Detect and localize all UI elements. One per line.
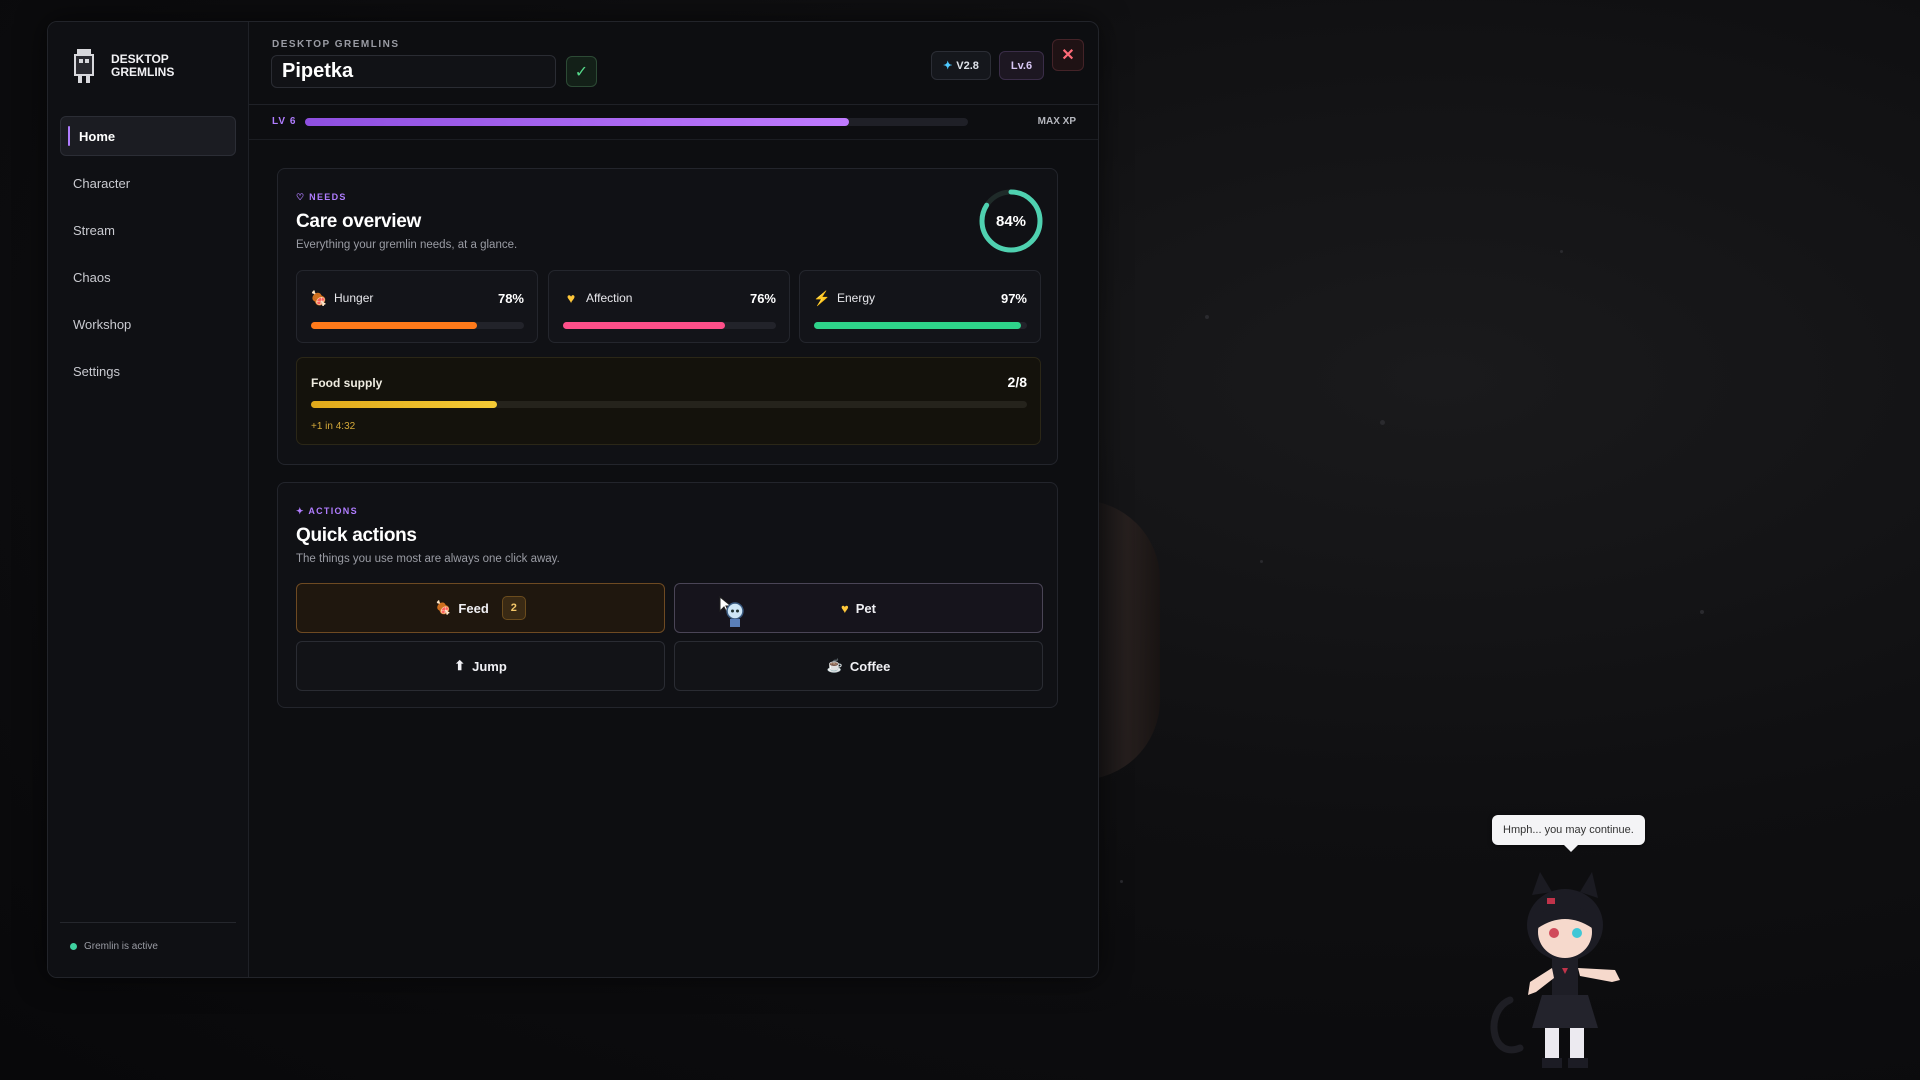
sidebar-item-label: Home — [79, 128, 116, 144]
status-footer: Gremlin is active — [60, 922, 236, 952]
confirm-name-button[interactable]: ✓ — [566, 56, 597, 87]
close-icon: ✕ — [1061, 47, 1075, 64]
sidebar-item-chaos[interactable]: Chaos — [60, 257, 236, 297]
food-supply-value: 2/8 — [1007, 374, 1027, 390]
brand: DESKTOP GREMLINS — [73, 47, 191, 85]
meat-icon: 🍖 — [435, 600, 452, 615]
xp-track — [305, 118, 968, 126]
actions-kicker-label: ACTIONS — [308, 506, 358, 516]
sidebar-item-label: Chaos — [73, 269, 111, 285]
header-kicker: DESKTOP GREMLINS — [272, 39, 400, 50]
sidebar-item-label: Workshop — [73, 316, 132, 332]
needs-kicker-label: NEEDS — [309, 192, 347, 202]
needs-kicker: ♡ NEEDS — [296, 192, 347, 203]
affection-fill — [563, 322, 725, 329]
care-overview-title: Care overview — [296, 211, 421, 232]
check-icon: ✓ — [574, 63, 589, 81]
sidebar-item-workshop[interactable]: Workshop — [60, 304, 236, 344]
sidebar: DESKTOP GREMLINS Home Character Stream C… — [48, 22, 249, 977]
affection-stat: ♥ Affection 76% — [548, 270, 790, 343]
heart-small-icon: ♡ — [296, 192, 310, 202]
sparkle-small-icon: ✦ — [296, 506, 309, 516]
coffee-label: Coffee — [849, 658, 891, 674]
gremlin-character-icon[interactable] — [1480, 870, 1650, 1080]
sidebar-item-settings[interactable]: Settings — [60, 351, 236, 391]
coffee-button[interactable]: ☕ Coffee — [674, 641, 1043, 691]
hunger-value: 78% — [497, 290, 524, 306]
heart-icon: ♥ — [841, 600, 849, 616]
app-window: DESKTOP GREMLINS Home Character Stream C… — [47, 21, 1099, 978]
hunger-label: Hunger — [334, 291, 374, 305]
feed-count-badge: 2 — [501, 596, 526, 620]
food-supply: Food supply 2/8 +1 in 4:32 — [296, 357, 1041, 445]
energy-fill — [814, 322, 1021, 329]
food-supply-track — [311, 401, 1027, 408]
actions-card: ✦ ACTIONS Quick actions The things you u… — [277, 482, 1058, 708]
feed-label: Feed — [458, 600, 489, 616]
actions-kicker: ✦ ACTIONS — [296, 506, 358, 517]
energy-stat: ⚡ Energy 97% — [799, 270, 1041, 343]
jump-label: Jump — [472, 658, 507, 674]
hunger-stat: 🍖 Hunger 78% — [296, 270, 538, 343]
sidebar-item-label: Settings — [73, 363, 120, 379]
pet-cursor-sprite-icon — [719, 595, 744, 627]
meat-icon: 🍖 — [310, 289, 328, 306]
brand-name: DESKTOP GREMLINS — [111, 52, 175, 79]
feed-button[interactable]: 🍖 Feed 2 — [296, 583, 665, 633]
xp-fill — [305, 118, 849, 126]
sidebar-item-character[interactable]: Character — [60, 163, 236, 203]
main-panel: DESKTOP GREMLINS ✓ ✦V2.8 Lv.6 ✕ LV 6 MAX… — [249, 22, 1098, 977]
sparkle-icon: ✦ — [943, 60, 953, 72]
version-badge: ✦ V2.8 — [931, 51, 991, 80]
xp-level-label: LV 6 — [272, 116, 297, 127]
close-button[interactable]: ✕ — [1052, 39, 1084, 71]
jump-button[interactable]: ⬆ Jump — [296, 641, 665, 691]
sidebar-item-label: Stream — [73, 222, 115, 238]
overall-care-value: 84% — [995, 212, 1027, 230]
energy-value: 97% — [1000, 290, 1027, 306]
level-badge: Lv.6 — [999, 51, 1044, 80]
needs-card: ♡ NEEDS Care overview Everything your gr… — [277, 168, 1058, 465]
status-text: Gremlin is active — [84, 941, 158, 952]
sidebar-item-home[interactable]: Home — [60, 116, 236, 156]
care-overview-subtitle: Everything your gremlin needs, at a glan… — [296, 239, 518, 251]
food-refill-timer: +1 in 4:32 — [311, 421, 356, 432]
quick-actions-title: Quick actions — [296, 525, 417, 546]
heart-icon: ♥ — [566, 290, 576, 306]
sidebar-item-label: Character — [73, 175, 131, 191]
affection-track — [563, 322, 776, 329]
gremlin-name-input[interactable] — [271, 55, 556, 88]
energy-track — [814, 322, 1027, 329]
speech-bubble: Hmph... you may continue. — [1492, 815, 1645, 852]
affection-label: Affection — [586, 291, 633, 305]
xp-bar: LV 6 MAX XP — [249, 104, 1098, 140]
arrow-up-icon: ⬆ — [454, 658, 466, 673]
food-supply-label: Food supply — [311, 376, 383, 390]
affection-value: 76% — [749, 290, 776, 306]
version-label: V2.8 — [956, 59, 979, 72]
hunger-track — [311, 322, 524, 329]
xp-max-label: MAX XP — [1037, 116, 1076, 127]
sidebar-nav: Home Character Stream Chaos Workshop Set… — [60, 116, 236, 398]
sidebar-item-stream[interactable]: Stream — [60, 210, 236, 250]
gremlin-logo-icon — [74, 49, 94, 83]
food-supply-fill — [311, 401, 498, 408]
header: DESKTOP GREMLINS ✓ ✦V2.8 Lv.6 ✕ — [249, 22, 1098, 105]
lightning-icon: ⚡ — [813, 289, 831, 306]
status-dot-icon — [70, 943, 77, 950]
pet-label: Pet — [855, 600, 876, 616]
energy-label: Energy — [837, 291, 876, 305]
coffee-icon: ☕ — [826, 658, 843, 673]
overall-care-ring: 84% — [978, 188, 1044, 254]
hunger-fill — [311, 322, 478, 329]
quick-actions-subtitle: The things you use most are always one c… — [296, 553, 560, 565]
